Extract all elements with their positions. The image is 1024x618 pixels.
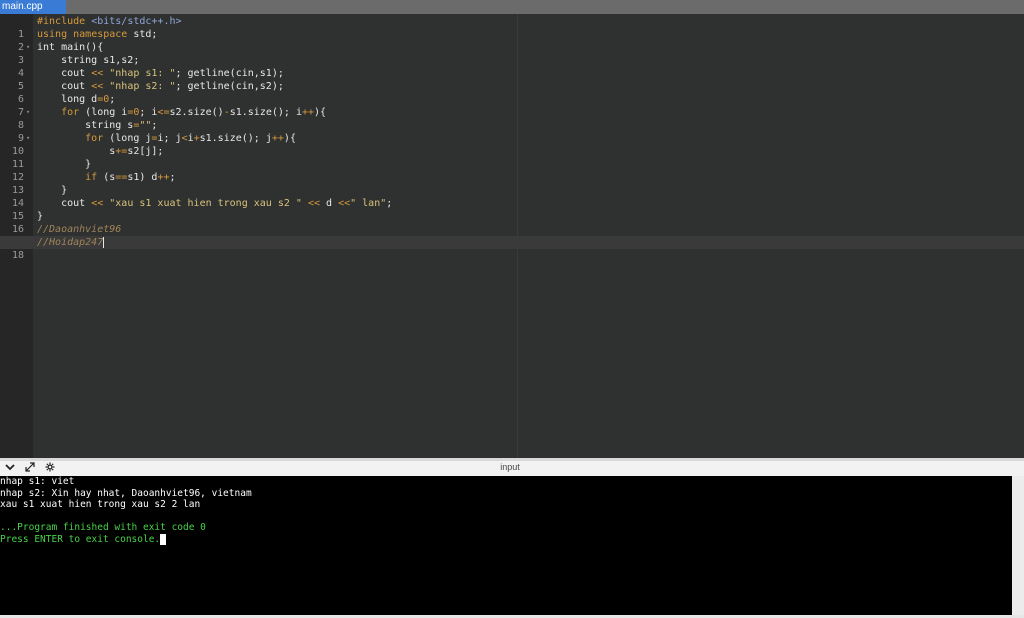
code-lines: 1 #include <bits/stdc++.h> 2 using names… bbox=[0, 15, 1024, 261]
code-editor[interactable]: 1 #include <bits/stdc++.h> 2 using names… bbox=[0, 14, 1024, 458]
code-line: 8 ▾ for (long i=0; i<=s2.size()-s1.size(… bbox=[0, 106, 1024, 131]
fold-arrow-icon[interactable]: ▾ bbox=[26, 106, 32, 119]
console-header: input bbox=[0, 461, 1024, 476]
console-scrollbar[interactable] bbox=[1012, 476, 1024, 615]
tab-main-cpp[interactable]: main.cpp bbox=[0, 0, 66, 14]
code-line: 12 } bbox=[0, 158, 1024, 183]
code-line: 17 //Daoanhviet96 bbox=[0, 223, 1024, 248]
code-line: 1 #include <bits/stdc++.h> bbox=[0, 15, 1024, 40]
output-console[interactable]: nhap s1: viet nhap s2: Xin hay nhat, Dao… bbox=[0, 476, 1012, 615]
chevron-down-icon[interactable] bbox=[3, 462, 17, 475]
line-number: 18 bbox=[11, 250, 24, 261]
terminal-cursor bbox=[160, 533, 167, 545]
console-line: nhap s2: Xin hay nhat, Daoanhviet96, vie… bbox=[0, 487, 252, 499]
code-line-active: 18 //Hoidap247 bbox=[0, 236, 1024, 261]
code-line: 5 cout << "nhap s1: "; getline(cin,s1); bbox=[0, 67, 1024, 92]
fold-arrow-icon[interactable]: ▾ bbox=[26, 132, 32, 145]
console-title: input bbox=[500, 462, 520, 472]
code-line: 6 cout << "nhap s2: "; getline(cin,s2); bbox=[0, 80, 1024, 105]
code-line: 9 string s=""; bbox=[0, 119, 1024, 144]
code-line: 10 ▾ for (long j=i; j<i+s1.size(); j++){ bbox=[0, 132, 1024, 157]
console-line: xau s1 xuat hien trong xau s2 2 lan bbox=[0, 499, 201, 511]
code-line: 4 string s1,s2; bbox=[0, 54, 1024, 79]
text-cursor bbox=[103, 236, 105, 248]
settings-icon[interactable] bbox=[43, 462, 57, 475]
console-exit-message: ...Program finished with exit code 0 bbox=[0, 522, 206, 534]
console-line: nhap s1: viet bbox=[0, 476, 75, 487]
tab-bar: main.cpp bbox=[0, 0, 1024, 14]
code-line: 11 s+=s2[j]; bbox=[0, 145, 1024, 170]
console-prompt-line: Press ENTER to exit console. bbox=[0, 533, 1012, 546]
code-line: 7 long d=0; bbox=[0, 93, 1024, 118]
code-line: 2 using namespace std; bbox=[0, 28, 1024, 53]
code-line: 3 ▾ int main(){ bbox=[0, 41, 1024, 66]
code-line: 16 } bbox=[0, 210, 1024, 235]
console-prompt: Press ENTER to exit console. bbox=[0, 533, 161, 545]
code-line: 15 cout << "xau s1 xuat hien trong xau s… bbox=[0, 197, 1024, 222]
fold-arrow-icon[interactable]: ▾ bbox=[26, 41, 32, 54]
code-line: 13 if (s==s1) d++; bbox=[0, 171, 1024, 196]
code-line: 14 } bbox=[0, 184, 1024, 209]
expand-icon[interactable] bbox=[23, 462, 37, 475]
